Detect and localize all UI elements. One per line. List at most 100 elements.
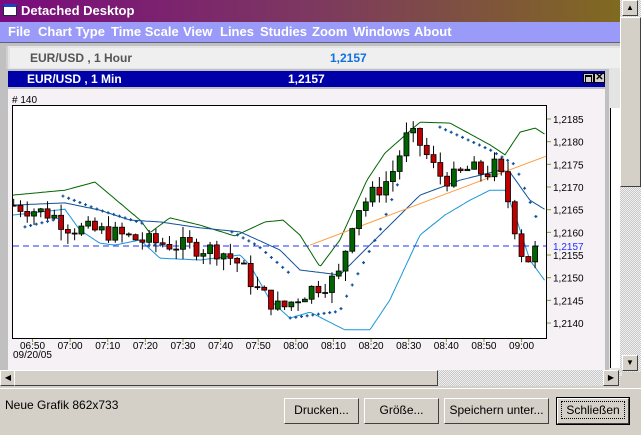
x-tick-label: 07:10 (95, 341, 120, 352)
status-text: Neue Grafik 862x733 (5, 398, 119, 412)
x-tick-label: 08:00 (283, 341, 308, 352)
candle (64, 229, 71, 234)
candle (410, 127, 417, 134)
print-button[interactable]: Drucken... (284, 398, 359, 424)
candle (322, 292, 329, 294)
candle (132, 234, 139, 241)
scroll-down-button[interactable]: ▼ (622, 355, 638, 371)
size-button[interactable]: Größe... (364, 398, 439, 424)
candle (315, 285, 322, 294)
y-tick-label: 1,2180 (553, 138, 584, 149)
candlestick-chart[interactable]: 1,21401,21451,21501,21551,21601,21651,21… (0, 0, 641, 372)
vertical-scroll-thumb[interactable] (620, 17, 641, 187)
candle (227, 253, 234, 259)
candle (186, 237, 193, 243)
hline-price-label: 1,2157 (553, 242, 584, 253)
x-tick-label: 08:10 (321, 341, 346, 352)
candle (173, 248, 180, 251)
x-tick-label: 07:30 (170, 341, 195, 352)
candle (44, 208, 51, 219)
x-tick-label: 09:00 (509, 341, 534, 352)
candle (261, 286, 268, 291)
candle (518, 233, 525, 257)
close-button[interactable]: Schließen (556, 397, 630, 425)
candle (430, 154, 437, 163)
candle (342, 250, 349, 272)
candle (417, 127, 423, 146)
x-tick-label: 08:30 (396, 341, 421, 352)
candle (383, 181, 390, 196)
candle (437, 162, 444, 177)
candle (498, 158, 505, 173)
candle (166, 243, 173, 250)
candle (349, 228, 356, 252)
candle (301, 298, 308, 303)
candle (396, 155, 403, 172)
candle (247, 263, 254, 288)
candle (71, 232, 78, 235)
candle (146, 233, 153, 243)
candle (505, 171, 511, 203)
candle (213, 244, 220, 260)
candle (92, 220, 98, 231)
bottom-bar: Neue Grafik 862x733 Drucken... Größe... … (0, 388, 641, 435)
candle (444, 175, 450, 187)
candle (511, 201, 518, 235)
candle (484, 173, 491, 178)
horizontal-scroll-thumb[interactable] (14, 370, 438, 386)
candle (403, 132, 410, 157)
y-tick-label: 1,2145 (553, 296, 584, 307)
x-tick-label: 08:50 (471, 341, 496, 352)
candle (24, 211, 31, 217)
candle (288, 301, 295, 308)
candle (274, 300, 281, 310)
candle (491, 158, 498, 178)
x-tick-label: 08:40 (434, 341, 459, 352)
candle (193, 241, 200, 257)
vertical-scrollbar[interactable]: ▲ ▼ (620, 0, 641, 372)
candle (51, 214, 58, 219)
candle (329, 275, 335, 293)
candle (423, 144, 430, 156)
candle (105, 226, 112, 241)
y-tick-label: 1,2160 (553, 228, 584, 239)
horizontal-scrollbar[interactable]: ◀ ▶ (0, 370, 620, 386)
candle (200, 253, 207, 257)
y-tick-label: 1,2170 (553, 183, 584, 194)
y-tick-label: 1,2150 (553, 274, 584, 285)
candle (125, 233, 132, 236)
candle (37, 208, 44, 213)
save-as-button[interactable]: Speichern unter... (444, 398, 549, 424)
candle (457, 168, 464, 172)
candle (234, 257, 241, 264)
candle (532, 245, 539, 263)
candle (308, 285, 315, 300)
candle (254, 286, 261, 289)
y-tick-label: 1,2185 (553, 115, 584, 126)
scroll-up-button[interactable]: ▲ (622, 0, 638, 16)
candle (450, 168, 457, 187)
candle (180, 237, 186, 250)
candle (471, 161, 478, 170)
candle (85, 220, 92, 227)
candle (295, 301, 301, 304)
date-label: 09/20/05 (13, 350, 52, 361)
candle (220, 253, 227, 260)
candle (139, 239, 146, 243)
x-tick-label: 07:00 (58, 341, 83, 352)
candle (152, 233, 159, 244)
candle (464, 168, 471, 172)
candle (241, 262, 247, 265)
candle (478, 161, 484, 175)
candle (13, 204, 17, 207)
close-button-label: Schließen (561, 401, 625, 419)
candle (281, 300, 288, 308)
candle (207, 244, 213, 254)
candle (119, 226, 125, 235)
scroll-right-button[interactable]: ▶ (603, 370, 619, 386)
candle (335, 270, 342, 277)
y-tick-label: 1,2175 (553, 160, 584, 171)
x-tick-label: 07:40 (208, 341, 233, 352)
candle (268, 289, 274, 310)
candle (389, 171, 396, 182)
